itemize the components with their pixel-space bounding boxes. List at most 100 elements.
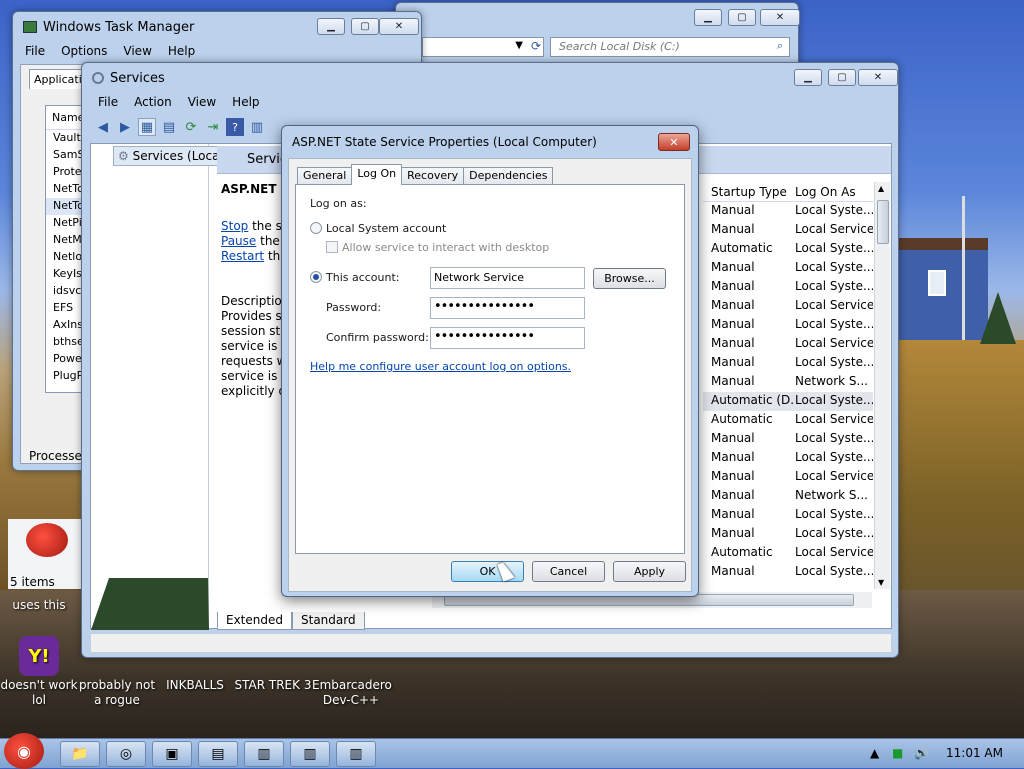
pause-link[interactable]: Pause	[221, 234, 256, 248]
taskbar-window-button[interactable]: ▥	[244, 741, 284, 767]
scroll-up-icon[interactable]: ▲	[878, 184, 884, 193]
desktop-icon-dev-cpp[interactable]: Embarcadero Dev-C++	[312, 658, 392, 708]
table-row[interactable]: Manual Local Syste...	[703, 430, 873, 449]
help-configure-link[interactable]: Help me configure user account log on op…	[310, 360, 571, 373]
taskbar-chrome-button[interactable]: ◎	[106, 741, 146, 767]
table-row[interactable]: Automatic Local Service	[703, 411, 873, 430]
table-row[interactable]: Manual Local Syste...	[703, 259, 873, 278]
services-titlebar[interactable]: Services	[82, 63, 898, 93]
export-icon[interactable]: ⇥	[204, 118, 222, 136]
chevron-down-icon[interactable]: ▼	[515, 40, 523, 51]
search-icon[interactable]: ⌕	[777, 39, 783, 53]
table-row[interactable]: Manual Local Syste...	[703, 202, 873, 221]
column-header-log-on-as[interactable]: Log On As	[795, 182, 864, 201]
properties-icon[interactable]: ▤	[160, 118, 178, 136]
browse-button[interactable]: Browse...	[593, 268, 666, 289]
tab-general[interactable]: General	[297, 167, 353, 185]
tab-extended[interactable]: Extended	[217, 612, 292, 630]
network-icon[interactable]: ■	[892, 746, 903, 760]
back-icon[interactable]: ◀	[94, 118, 112, 136]
local-system-label[interactable]: Local System account	[326, 222, 446, 235]
scroll-thumb[interactable]	[877, 200, 889, 244]
address-bar[interactable]: ▼ ⟳	[422, 37, 544, 57]
close-button[interactable]: ✕	[858, 69, 898, 86]
apply-button[interactable]: Apply	[613, 561, 686, 582]
tab-standard[interactable]: Standard	[292, 612, 365, 630]
menu-file[interactable]: File	[90, 93, 126, 111]
taskbar-app-button[interactable]: ▣	[152, 741, 192, 767]
help-icon[interactable]: ?	[226, 118, 244, 136]
menu-help[interactable]: Help	[160, 42, 203, 60]
menu-file[interactable]: File	[17, 42, 53, 60]
menu-action[interactable]: Action	[126, 93, 180, 111]
chevron-up-icon[interactable]: ▲	[870, 746, 879, 760]
taskbar-explorer-button[interactable]: 📁	[60, 741, 100, 767]
view-icon[interactable]: ▥	[248, 118, 266, 136]
this-account-radio[interactable]	[310, 271, 322, 283]
table-row[interactable]: Manual Local Service	[703, 297, 873, 316]
local-system-radio[interactable]	[310, 222, 322, 234]
table-row[interactable]: Manual Local Syste...	[703, 354, 873, 373]
desktop-icon-rogue[interactable]: probably not a rogue	[78, 658, 156, 708]
password-field[interactable]: •••••••••••••••	[430, 297, 585, 319]
cancel-button[interactable]: Cancel	[532, 561, 605, 582]
account-field[interactable]: Network Service	[430, 267, 585, 289]
table-row[interactable]: Manual Local Service	[703, 335, 873, 354]
column-header-startup-type[interactable]: Startup Type	[703, 182, 795, 201]
table-row[interactable]: Manual Local Syste...	[703, 525, 873, 544]
minimize-button[interactable]: ▁	[794, 69, 822, 86]
taskbar-window-button[interactable]: ▥	[336, 741, 376, 767]
desktop-icon-inkballs[interactable]: INKBALLS	[156, 658, 234, 693]
desktop-icon-star-trek[interactable]: STAR TREK 3	[234, 658, 312, 693]
table-row[interactable]: Manual Network S...	[703, 373, 873, 392]
maximize-button[interactable]: ▢	[728, 9, 756, 26]
search-input[interactable]: Search Local Disk (C:) ⌕	[550, 37, 790, 57]
table-row[interactable]: Manual Network S...	[703, 487, 873, 506]
table-row[interactable]: Automatic Local Syste...	[703, 240, 873, 259]
vertical-scrollbar[interactable]: ▲ ▼	[874, 182, 890, 589]
table-row[interactable]: Manual Local Syste...	[703, 316, 873, 335]
close-button[interactable]: ✕	[658, 133, 690, 151]
table-row[interactable]: Automatic (D... Local Syste...	[703, 392, 873, 411]
tree-item-services-local[interactable]: ⚙ Services (Local)	[113, 146, 227, 166]
table-row[interactable]: Automatic Local Service	[703, 544, 873, 563]
stop-link[interactable]: Stop	[221, 219, 248, 233]
maximize-button[interactable]: ▢	[351, 18, 379, 35]
taskbar-window-button[interactable]: ▥	[290, 741, 330, 767]
allow-desktop-checkbox[interactable]	[326, 241, 338, 253]
table-row[interactable]: Manual Local Service	[703, 221, 873, 240]
refresh-icon[interactable]: ⟳	[531, 39, 541, 53]
menu-help[interactable]: Help	[224, 93, 267, 111]
confirm-password-field[interactable]: •••••••••••••••	[430, 327, 585, 349]
startup-type-cell: Automatic	[711, 545, 773, 559]
table-row[interactable]: Manual Local Syste...	[703, 563, 873, 582]
volume-icon[interactable]: 🔊	[914, 746, 929, 760]
folder-icon: 📁	[71, 746, 89, 762]
table-row[interactable]: Manual Local Syste...	[703, 449, 873, 468]
tab-dependencies[interactable]: Dependencies	[463, 167, 554, 185]
maximize-button[interactable]: ▢	[828, 69, 856, 86]
this-account-label[interactable]: This account:	[326, 271, 400, 284]
start-button[interactable]: ◉	[4, 733, 44, 769]
clock[interactable]: 11:01 AM	[946, 746, 1003, 760]
desktop-icon-yahoo[interactable]: Y! doesn't work lol	[0, 636, 78, 708]
menu-options[interactable]: Options	[53, 42, 115, 60]
console-tree-icon[interactable]: ▦	[138, 118, 156, 136]
refresh-icon[interactable]: ⟳	[182, 118, 200, 136]
minimize-button[interactable]: ▁	[317, 18, 345, 35]
menu-view[interactable]: View	[180, 93, 224, 111]
menu-view[interactable]: View	[115, 42, 159, 60]
close-button[interactable]: ✕	[760, 9, 800, 26]
restart-link[interactable]: Restart	[221, 249, 264, 263]
minimize-button[interactable]: ▁	[694, 9, 722, 26]
ok-button[interactable]: OK	[451, 561, 524, 582]
tab-log-on[interactable]: Log On	[351, 164, 403, 185]
table-row[interactable]: Manual Local Service	[703, 468, 873, 487]
close-button[interactable]: ✕	[379, 18, 419, 35]
table-row[interactable]: Manual Local Syste...	[703, 506, 873, 525]
taskbar-task-manager-button[interactable]: ▤	[198, 741, 238, 767]
forward-icon[interactable]: ▶	[116, 118, 134, 136]
table-row[interactable]: Manual Local Syste...	[703, 278, 873, 297]
tab-recovery[interactable]: Recovery	[401, 167, 465, 185]
scroll-down-icon[interactable]: ▼	[878, 578, 884, 587]
